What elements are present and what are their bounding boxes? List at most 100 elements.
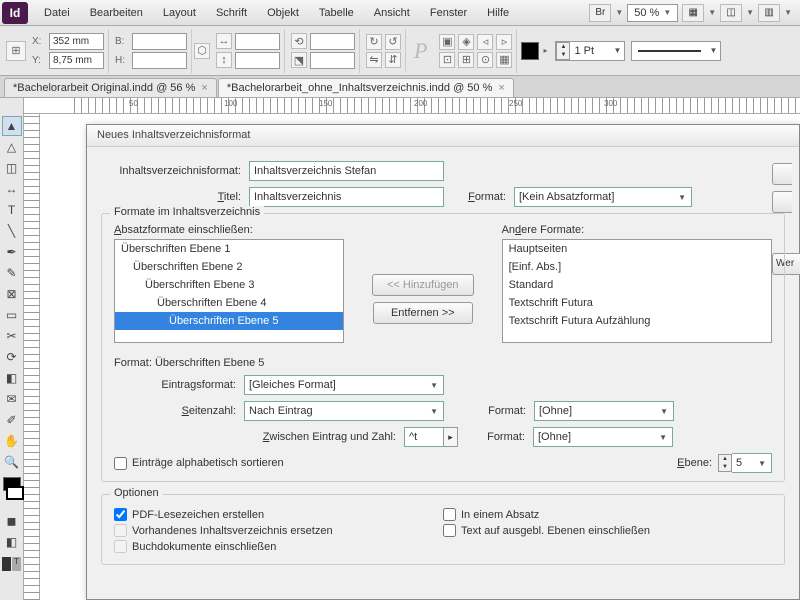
rotate-icon[interactable]: ⟲ bbox=[291, 33, 307, 49]
up-arrow-icon[interactable]: ▲ bbox=[719, 455, 731, 463]
default-fill-stroke-icon[interactable] bbox=[2, 557, 11, 571]
hand-tool[interactable]: ✋ bbox=[2, 431, 22, 451]
line-tool[interactable]: ╲ bbox=[2, 221, 22, 241]
menu-view[interactable]: Ansicht bbox=[364, 3, 420, 23]
stroke-style-select[interactable]: ▼ bbox=[631, 41, 721, 61]
between-format-select[interactable]: [Ohne]▼ bbox=[533, 427, 673, 447]
center-content-icon[interactable]: ⊙ bbox=[477, 52, 493, 68]
gradient-tool[interactable]: ◧ bbox=[2, 368, 22, 388]
flip-v-icon[interactable]: ⇵ bbox=[385, 52, 401, 68]
bridge-icon[interactable]: Br bbox=[589, 4, 611, 22]
page-tool[interactable]: ◫ bbox=[2, 158, 22, 178]
reference-point-icon[interactable]: ⊞ bbox=[6, 41, 26, 61]
scale-x-icon[interactable]: ↔ bbox=[216, 33, 232, 49]
remove-button[interactable]: Entfernen >> bbox=[373, 302, 473, 324]
menu-object[interactable]: Objekt bbox=[257, 3, 309, 23]
eyedropper-tool[interactable]: ✐ bbox=[2, 410, 22, 430]
single-para-check[interactable]: In einem Absatz bbox=[443, 508, 772, 521]
document-tab[interactable]: *Bachelorarbeit_ohne_Inhaltsverzeichnis.… bbox=[218, 78, 514, 97]
menu-layout[interactable]: Layout bbox=[153, 3, 206, 23]
rotate-ccw-icon[interactable]: ↺ bbox=[385, 34, 401, 50]
width-input[interactable] bbox=[132, 33, 187, 50]
scale-y-input[interactable] bbox=[235, 52, 280, 69]
hidden-layers-check[interactable]: Text auf ausgebl. Ebenen einschließen bbox=[443, 524, 772, 537]
list-item[interactable]: Überschriften Ebene 1 bbox=[115, 240, 343, 258]
list-item[interactable]: Textschrift Futura bbox=[503, 294, 771, 312]
rectangle-tool[interactable]: ▭ bbox=[2, 305, 22, 325]
stroke-weight-input[interactable]: ▲▼ 1 Pt ▼ bbox=[555, 41, 625, 61]
title-input[interactable] bbox=[249, 187, 444, 207]
menu-type[interactable]: Schrift bbox=[206, 3, 257, 23]
direct-selection-tool[interactable]: △ bbox=[2, 137, 22, 157]
list-item[interactable]: Standard bbox=[503, 276, 771, 294]
rotate-input[interactable] bbox=[310, 33, 355, 50]
rectangle-frame-tool[interactable]: ⊠ bbox=[2, 284, 22, 304]
down-arrow-icon[interactable]: ▼ bbox=[719, 463, 731, 471]
chevron-down-icon[interactable]: ▼ bbox=[708, 8, 716, 17]
selection-tool[interactable]: ▲ bbox=[2, 116, 22, 136]
select-container-icon[interactable]: ▣ bbox=[439, 34, 455, 50]
chevron-down-icon[interactable]: ▼ bbox=[746, 8, 754, 17]
note-tool[interactable]: ✉ bbox=[2, 389, 22, 409]
format-name-input[interactable] bbox=[249, 161, 444, 181]
scale-x-input[interactable] bbox=[235, 33, 280, 50]
flip-h-icon[interactable]: ⇋ bbox=[366, 52, 382, 68]
menu-table[interactable]: Tabelle bbox=[309, 3, 364, 23]
list-item[interactable]: Hauptseiten bbox=[503, 240, 771, 258]
document-tab[interactable]: *Bachelorarbeit Original.indd @ 56 %× bbox=[4, 78, 217, 97]
zoom-selector[interactable]: 50 %▼ bbox=[627, 4, 678, 22]
scissors-tool[interactable]: ✂ bbox=[2, 326, 22, 346]
menu-edit[interactable]: Bearbeiten bbox=[80, 3, 153, 23]
height-input[interactable] bbox=[132, 52, 187, 69]
stroke-color[interactable] bbox=[6, 486, 24, 500]
rotate-cw-icon[interactable]: ↻ bbox=[366, 34, 382, 50]
ok-button[interactable] bbox=[772, 163, 792, 185]
select-next-icon[interactable]: ▹ bbox=[496, 34, 512, 50]
view-mode-icon[interactable]: ▦ bbox=[682, 4, 704, 22]
arrange-icon[interactable]: ▥ bbox=[758, 4, 780, 22]
zoom-tool[interactable]: 🔍 bbox=[2, 452, 22, 472]
list-item[interactable]: Textschrift Futura Aufzählung bbox=[503, 312, 771, 330]
list-item[interactable]: Überschriften Ebene 5 bbox=[115, 312, 343, 330]
fill-swatch[interactable] bbox=[521, 42, 539, 60]
apply-gradient-icon[interactable]: ◧ bbox=[2, 532, 22, 552]
other-formats-list[interactable]: Hauptseiten [Einf. Abs.] Standard Textsc… bbox=[502, 239, 772, 343]
character-panel-icon[interactable]: P bbox=[408, 38, 433, 64]
title-format-select[interactable]: [Kein Absatzformat]▼ bbox=[514, 187, 692, 207]
special-char-button[interactable]: ▸ bbox=[443, 427, 458, 447]
alpha-sort-check[interactable]: Einträge alphabetisch sortieren bbox=[114, 456, 284, 470]
fill-frame-icon[interactable]: ▦ bbox=[496, 52, 512, 68]
cancel-button[interactable] bbox=[772, 191, 792, 213]
pencil-tool[interactable]: ✎ bbox=[2, 263, 22, 283]
add-button[interactable]: << Hinzufügen bbox=[372, 274, 474, 296]
level-spinner[interactable]: ▲▼ 5▼ bbox=[718, 453, 772, 473]
scale-y-icon[interactable]: ↕ bbox=[216, 52, 232, 68]
page-num-format-select[interactable]: [Ohne]▼ bbox=[534, 401, 674, 421]
list-item[interactable]: Überschriften Ebene 4 bbox=[115, 294, 343, 312]
type-tool[interactable]: T bbox=[2, 200, 22, 220]
page-num-select[interactable]: Nach Eintrag▼ bbox=[244, 401, 444, 421]
close-icon[interactable]: × bbox=[201, 82, 207, 94]
menu-window[interactable]: Fenster bbox=[420, 3, 477, 23]
fit-frame-icon[interactable]: ⊞ bbox=[458, 52, 474, 68]
entry-format-select[interactable]: [Gleiches Format]▼ bbox=[244, 375, 444, 395]
formatting-text-icon[interactable]: T bbox=[12, 557, 21, 571]
chevron-down-icon[interactable]: ▼ bbox=[784, 8, 792, 17]
down-arrow-icon[interactable]: ▼ bbox=[557, 51, 569, 59]
pen-tool[interactable]: ✒ bbox=[2, 242, 22, 262]
list-item[interactable]: Überschriften Ebene 3 bbox=[115, 276, 343, 294]
menu-file[interactable]: Datei bbox=[34, 3, 80, 23]
chevron-down-icon[interactable]: ▸ bbox=[543, 46, 547, 55]
shear-input[interactable] bbox=[310, 52, 355, 69]
between-input[interactable] bbox=[404, 427, 444, 447]
list-item[interactable]: [Einf. Abs.] bbox=[503, 258, 771, 276]
list-item[interactable]: Überschriften Ebene 2 bbox=[115, 258, 343, 276]
shear-icon[interactable]: ⬔ bbox=[291, 52, 307, 68]
x-input[interactable] bbox=[49, 33, 104, 50]
up-arrow-icon[interactable]: ▲ bbox=[557, 43, 569, 51]
transform-tool[interactable]: ⟳ bbox=[2, 347, 22, 367]
select-prev-icon[interactable]: ◃ bbox=[477, 34, 493, 50]
menu-help[interactable]: Hilfe bbox=[477, 3, 519, 23]
apply-color-icon[interactable]: ◼ bbox=[2, 511, 22, 531]
pdf-bookmarks-check[interactable]: PDF-Lesezeichen erstellen bbox=[114, 508, 443, 521]
